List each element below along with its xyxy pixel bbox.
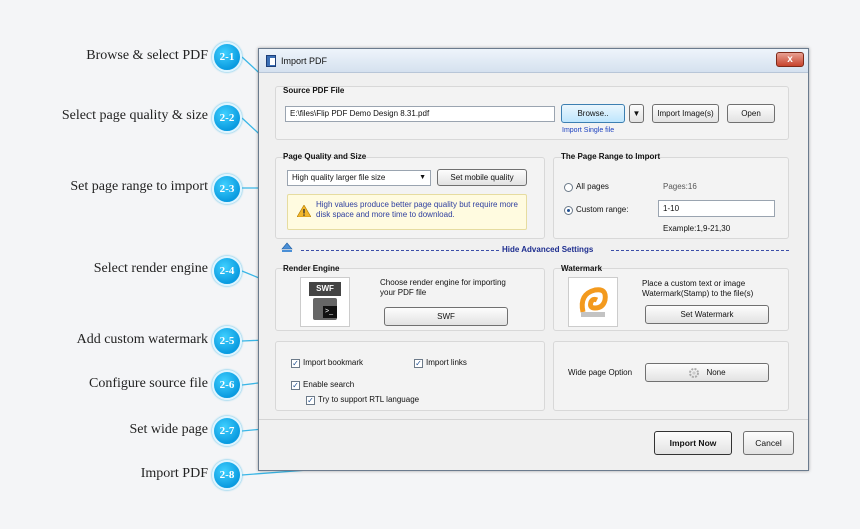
quality-warning: High values produce better page quality … <box>287 194 527 230</box>
watermark-title: Watermark <box>561 264 603 273</box>
source-pdf-panel: Source PDF File E:\files\Flip PDF Demo D… <box>275 86 789 140</box>
custom-range-input[interactable]: 1-10 <box>658 200 775 217</box>
quality-warning-text: High values produce better page quality … <box>316 200 518 219</box>
import-single-link[interactable]: Import Single file <box>562 127 614 134</box>
page-range-title: The Page Range to Import <box>561 152 661 161</box>
window-title: Import PDF <box>281 56 328 66</box>
import-links-label[interactable]: Import links <box>426 358 467 367</box>
open-button[interactable]: Open <box>727 104 775 123</box>
import-bookmark-checkbox[interactable]: ✓ <box>291 359 300 368</box>
hide-advanced-settings-link[interactable]: Hide Advanced Settings <box>502 245 593 254</box>
wide-page-panel: Wide page Option None <box>553 341 789 411</box>
pdf-path-field[interactable]: E:\files\Flip PDF Demo Design 8.31.pdf <box>285 106 555 122</box>
callout-number-2-6: 2-6 <box>212 370 242 400</box>
browse-dropdown-button[interactable]: ▼ <box>629 104 644 123</box>
all-pages-label[interactable]: All pages <box>576 182 609 191</box>
rtl-support-label[interactable]: Try to support RTL language <box>318 395 419 404</box>
callout-number-2-3: 2-3 <box>212 174 242 204</box>
import-bookmark-label[interactable]: Import bookmark <box>303 358 363 367</box>
advanced-divider-left <box>301 250 499 251</box>
set-watermark-button[interactable]: Set Watermark <box>645 305 769 324</box>
render-engine-description: Choose render engine for importing your … <box>380 278 506 297</box>
page-range-panel: The Page Range to Import All pages Pages… <box>553 152 789 239</box>
watermark-panel: Watermark Place a custom text or image W… <box>553 264 789 331</box>
terminal-icon: >_ <box>323 306 337 318</box>
render-engine-panel: Render Engine SWF >_ Choose render engin… <box>275 264 545 331</box>
import-now-button[interactable]: Import Now <box>654 431 732 455</box>
page-quality-title: Page Quality and Size <box>283 152 367 161</box>
enable-search-label[interactable]: Enable search <box>303 380 354 389</box>
cancel-button[interactable]: Cancel <box>743 431 794 455</box>
callout-number-2-7: 2-7 <box>212 416 242 446</box>
collapse-icon[interactable] <box>281 242 293 253</box>
import-images-button[interactable]: Import Image(s) <box>652 104 719 123</box>
app-icon <box>266 55 276 67</box>
swf-icon: SWF <box>309 282 341 296</box>
callout-number-2-1: 2-1 <box>212 42 242 72</box>
range-example: Example:1,9-21,30 <box>663 224 731 233</box>
wide-page-option-button[interactable]: None <box>645 363 769 382</box>
render-engine-thumbnail: SWF >_ <box>300 277 350 327</box>
custom-range-radio[interactable] <box>564 206 573 215</box>
set-mobile-quality-button[interactable]: Set mobile quality <box>437 169 527 186</box>
callout-number-2-8: 2-8 <box>212 460 242 490</box>
callout-number-2-4: 2-4 <box>212 256 242 286</box>
title-bar[interactable]: Import PDF x <box>259 49 808 73</box>
callout-label-watermark: Add custom watermark <box>76 332 208 347</box>
callout-label-range: Set page range to import <box>70 179 208 194</box>
page-quality-panel: Page Quality and Size High quality large… <box>275 152 545 239</box>
wide-page-option-value: None <box>706 368 726 377</box>
pages-count: Pages:16 <box>663 182 697 191</box>
watermark-thumbnail <box>568 277 618 327</box>
callout-label-browse: Browse & select PDF <box>86 48 208 63</box>
gear-icon <box>689 367 700 378</box>
chevron-down-icon: ▼ <box>419 174 426 181</box>
watermark-description: Place a custom text or image Watermark(S… <box>642 279 754 298</box>
custom-range-label[interactable]: Custom range: <box>576 205 628 214</box>
watermark-stamp-icon <box>579 287 608 317</box>
callout-label-quality: Select page quality & size <box>61 108 208 123</box>
source-options-panel: ✓ Import bookmark ✓ Import links ✓ Enabl… <box>275 341 545 411</box>
quality-selected-value: High quality larger file size <box>292 173 386 182</box>
rtl-support-checkbox[interactable]: ✓ <box>306 396 315 405</box>
source-pdf-title: Source PDF File <box>283 86 345 95</box>
advanced-divider-right <box>611 250 789 251</box>
browse-button[interactable]: Browse.. <box>561 104 625 123</box>
warning-icon <box>297 205 311 217</box>
all-pages-radio[interactable] <box>564 183 573 192</box>
enable-search-checkbox[interactable]: ✓ <box>291 381 300 390</box>
callout-label-wide: Set wide page <box>129 422 208 437</box>
wide-page-label: Wide page Option <box>568 368 633 377</box>
chevron-down-icon: ▼ <box>632 109 641 118</box>
footer-divider <box>259 419 808 420</box>
quality-select[interactable]: High quality larger file size ▼ <box>287 170 431 186</box>
swf-engine-button[interactable]: SWF <box>384 307 508 326</box>
callout-label-import: Import PDF <box>140 466 208 481</box>
callout-number-2-5: 2-5 <box>212 326 242 356</box>
render-engine-title: Render Engine <box>283 264 340 273</box>
callout-label-render: Select render engine <box>93 261 208 276</box>
callout-number-2-2: 2-2 <box>212 103 242 133</box>
import-pdf-dialog: Import PDF x Source PDF File E:\files\Fl… <box>258 48 809 471</box>
close-button[interactable]: x <box>776 52 804 67</box>
import-links-checkbox[interactable]: ✓ <box>414 359 423 368</box>
callout-label-source: Configure source file <box>89 376 208 391</box>
